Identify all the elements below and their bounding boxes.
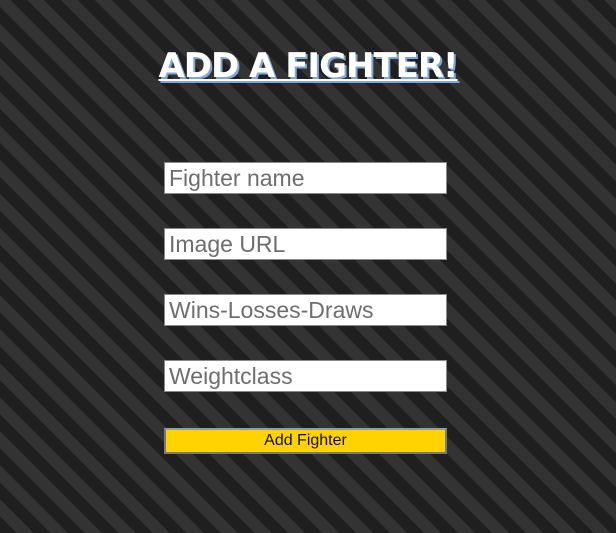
record-input[interactable] — [164, 294, 447, 326]
add-fighter-button[interactable]: Add Fighter — [164, 428, 447, 454]
page-title: ADD A FIGHTER! — [158, 46, 458, 86]
add-fighter-form: Add Fighter — [164, 162, 447, 454]
image-url-input[interactable] — [164, 228, 447, 260]
weightclass-input[interactable] — [164, 360, 447, 392]
fighter-name-input[interactable] — [164, 162, 447, 194]
